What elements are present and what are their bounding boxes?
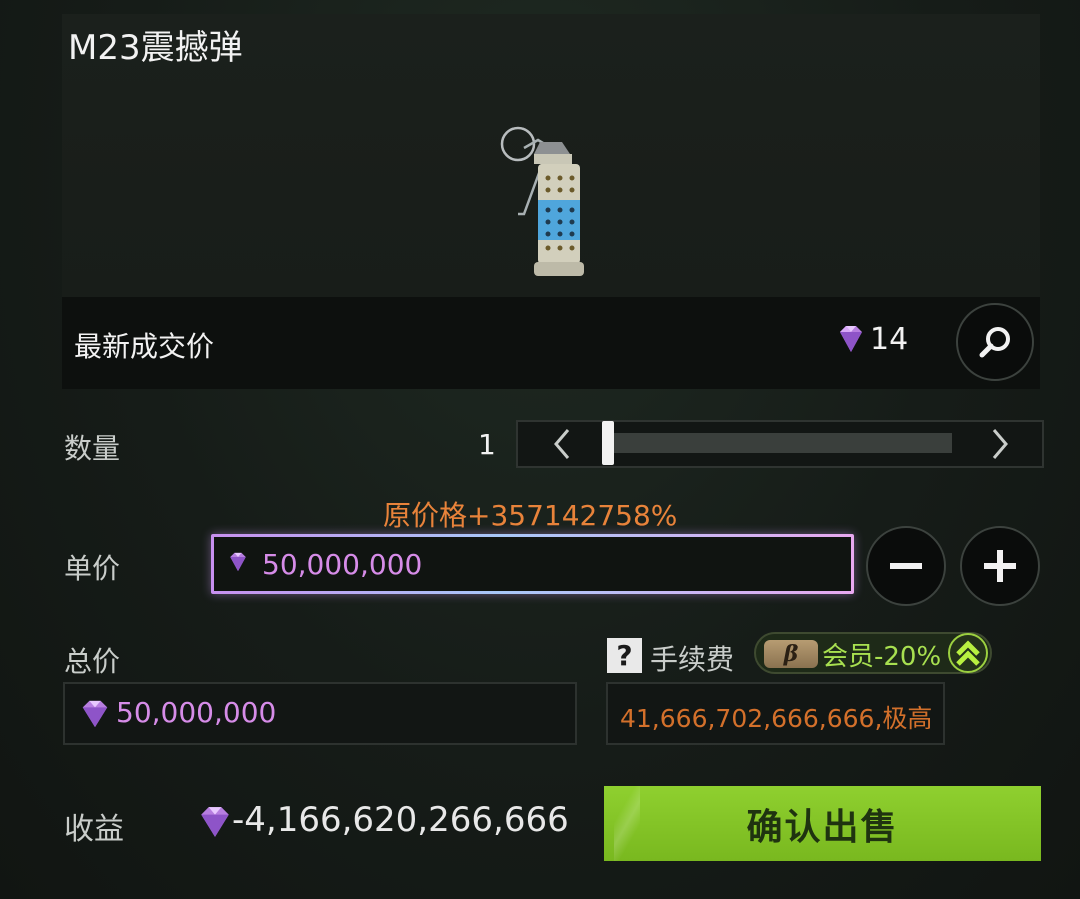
confirm-sell-button[interactable]: 确认出售 [604, 786, 1041, 861]
member-tier-tag: β [764, 640, 818, 668]
diamond-icon [840, 326, 862, 352]
chevron-left-icon[interactable] [548, 424, 578, 464]
diamond-icon [230, 552, 246, 572]
item-title: M23震撼弹 [68, 28, 243, 68]
member-discount-text: 会员-20% [822, 642, 942, 672]
search-button[interactable] [956, 303, 1034, 381]
plus-icon [984, 550, 1016, 582]
profit-label: 收益 [64, 812, 124, 847]
chevron-right-icon[interactable] [984, 424, 1014, 464]
slider-handle[interactable] [602, 421, 614, 465]
quantity-label: 数量 [64, 432, 121, 465]
upgrade-chevron-icon[interactable] [946, 632, 990, 674]
diamond-icon [201, 807, 229, 837]
latest-price-value: 14 [870, 322, 909, 357]
slider-track[interactable] [604, 433, 952, 453]
price-markup-warning: 原价格+357142758% [383, 499, 678, 532]
fee-value: 41,666,702,666,666,极高 [620, 704, 933, 733]
stun-grenade-icon [500, 126, 584, 276]
total-price-label: 总价 [64, 645, 121, 678]
fee-label: 手续费 [650, 643, 735, 676]
latest-price-label: 最新成交价 [74, 330, 215, 363]
unit-price-value[interactable]: 50,000,000 [262, 548, 422, 581]
total-price-value: 50,000,000 [116, 696, 277, 729]
profit-value: -4,166,620,266,666 [232, 800, 569, 840]
diamond-icon [82, 700, 108, 728]
fee-help-icon[interactable]: ? [607, 638, 642, 673]
search-icon [979, 327, 1010, 358]
decrease-price-button[interactable] [866, 526, 946, 606]
increase-price-button[interactable] [960, 526, 1040, 606]
unit-price-label: 单价 [64, 552, 121, 585]
minus-icon [890, 563, 922, 569]
quantity-value: 1 [478, 428, 496, 461]
